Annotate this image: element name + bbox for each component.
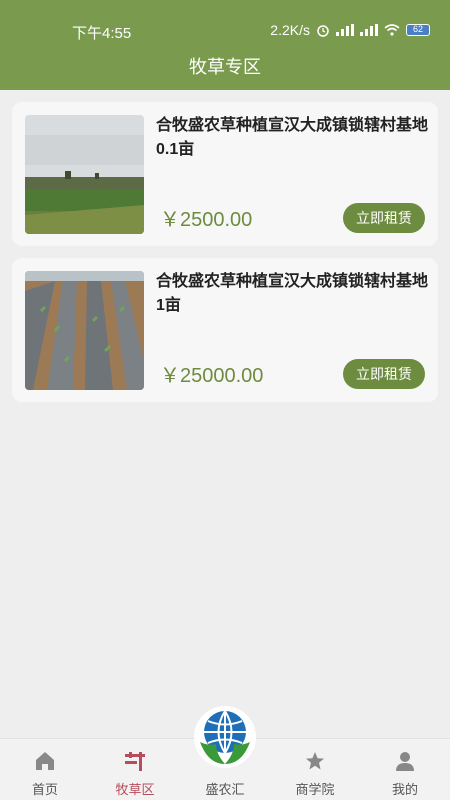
tab-label: 我的 [391, 782, 418, 797]
listing-card[interactable]: 合牧盛农草种植宣汉大成镇锁辖村基地0.1亩 ￥2500.00 立即租赁 [12, 102, 438, 246]
listing-price: ￥25000.00 [160, 365, 264, 387]
signal-icon [336, 24, 354, 36]
star-icon [303, 749, 327, 773]
alarm-icon [316, 23, 330, 37]
home-icon [33, 749, 57, 773]
rent-now-button[interactable]: 立即租赁 [343, 359, 425, 389]
signal-icon-2 [360, 24, 378, 36]
tab-label: 商学院 [295, 782, 335, 797]
listing-name: 合牧盛农草种植宣汉大成镇锁辖村基地0.1亩 [156, 117, 429, 158]
tab-mine[interactable]: 我的 [360, 739, 450, 800]
tab-business-school[interactable]: 商学院 [270, 739, 360, 800]
globe-leaf-logo-icon[interactable] [194, 706, 256, 768]
battery-icon: 62 [406, 24, 430, 36]
listing-card[interactable]: 合牧盛农草种植宣汉大成镇锁辖村基地1亩 ￥25000.00 立即租赁 [12, 258, 438, 402]
listing-name: 合牧盛农草种植宣汉大成镇锁辖村基地1亩 [156, 273, 429, 314]
listing-photo [25, 115, 144, 234]
status-bar: 下午4:55 2.2K/s 62 [0, 0, 450, 48]
page-title: 牧草专区 [189, 57, 261, 77]
status-time: 下午4:55 [72, 25, 132, 42]
listing-photo [25, 271, 144, 390]
tab-label: 首页 [31, 782, 58, 797]
profile-icon [393, 749, 417, 773]
page-title-bar: 牧草专区 [0, 48, 450, 90]
status-icons: 2.2K/s 62 [270, 22, 430, 38]
rent-now-button[interactable]: 立即租赁 [343, 203, 425, 233]
tab-grass-zone[interactable]: 牧草区 [90, 739, 180, 800]
listing-price: ￥2500.00 [160, 209, 253, 231]
network-speed: 2.2K/s [270, 22, 310, 38]
grass-zone-icon [123, 749, 147, 773]
wifi-icon [384, 24, 400, 36]
tab-home[interactable]: 首页 [0, 739, 90, 800]
tab-label: 盛农汇 [205, 782, 245, 797]
tab-label: 牧草区 [115, 782, 155, 797]
